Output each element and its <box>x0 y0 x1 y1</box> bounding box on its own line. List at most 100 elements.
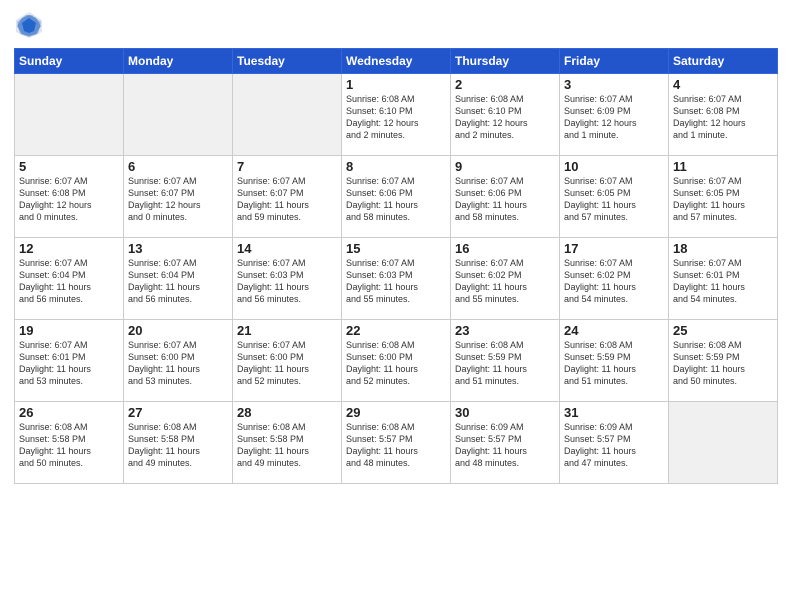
weekday-monday: Monday <box>124 49 233 74</box>
day-cell: 4Sunrise: 6:07 AM Sunset: 6:08 PM Daylig… <box>669 74 778 156</box>
day-info: Sunrise: 6:08 AM Sunset: 5:59 PM Dayligh… <box>455 339 555 388</box>
day-info: Sunrise: 6:07 AM Sunset: 6:06 PM Dayligh… <box>346 175 446 224</box>
day-info: Sunrise: 6:08 AM Sunset: 5:58 PM Dayligh… <box>237 421 337 470</box>
logo-icon <box>14 10 44 40</box>
day-cell: 24Sunrise: 6:08 AM Sunset: 5:59 PM Dayli… <box>560 320 669 402</box>
day-number: 28 <box>237 405 337 420</box>
day-info: Sunrise: 6:07 AM Sunset: 6:07 PM Dayligh… <box>237 175 337 224</box>
day-number: 31 <box>564 405 664 420</box>
day-info: Sunrise: 6:08 AM Sunset: 5:57 PM Dayligh… <box>346 421 446 470</box>
day-info: Sunrise: 6:07 AM Sunset: 6:04 PM Dayligh… <box>128 257 228 306</box>
day-cell <box>124 74 233 156</box>
logo <box>14 10 47 40</box>
page: SundayMondayTuesdayWednesdayThursdayFrid… <box>0 0 792 612</box>
day-info: Sunrise: 6:07 AM Sunset: 6:00 PM Dayligh… <box>237 339 337 388</box>
header <box>14 10 778 40</box>
day-info: Sunrise: 6:08 AM Sunset: 6:00 PM Dayligh… <box>346 339 446 388</box>
day-number: 9 <box>455 159 555 174</box>
day-number: 21 <box>237 323 337 338</box>
weekday-friday: Friday <box>560 49 669 74</box>
day-info: Sunrise: 6:07 AM Sunset: 6:02 PM Dayligh… <box>564 257 664 306</box>
day-number: 13 <box>128 241 228 256</box>
day-info: Sunrise: 6:07 AM Sunset: 6:08 PM Dayligh… <box>673 93 773 142</box>
day-cell: 19Sunrise: 6:07 AM Sunset: 6:01 PM Dayli… <box>15 320 124 402</box>
day-cell: 28Sunrise: 6:08 AM Sunset: 5:58 PM Dayli… <box>233 402 342 484</box>
weekday-sunday: Sunday <box>15 49 124 74</box>
day-number: 2 <box>455 77 555 92</box>
day-info: Sunrise: 6:08 AM Sunset: 6:10 PM Dayligh… <box>455 93 555 142</box>
day-cell: 26Sunrise: 6:08 AM Sunset: 5:58 PM Dayli… <box>15 402 124 484</box>
day-cell: 15Sunrise: 6:07 AM Sunset: 6:03 PM Dayli… <box>342 238 451 320</box>
day-cell: 2Sunrise: 6:08 AM Sunset: 6:10 PM Daylig… <box>451 74 560 156</box>
day-info: Sunrise: 6:07 AM Sunset: 6:07 PM Dayligh… <box>128 175 228 224</box>
day-cell: 12Sunrise: 6:07 AM Sunset: 6:04 PM Dayli… <box>15 238 124 320</box>
day-cell: 9Sunrise: 6:07 AM Sunset: 6:06 PM Daylig… <box>451 156 560 238</box>
week-row-0: 1Sunrise: 6:08 AM Sunset: 6:10 PM Daylig… <box>15 74 778 156</box>
day-number: 30 <box>455 405 555 420</box>
day-number: 20 <box>128 323 228 338</box>
day-info: Sunrise: 6:07 AM Sunset: 6:09 PM Dayligh… <box>564 93 664 142</box>
day-info: Sunrise: 6:08 AM Sunset: 5:58 PM Dayligh… <box>128 421 228 470</box>
day-info: Sunrise: 6:07 AM Sunset: 6:08 PM Dayligh… <box>19 175 119 224</box>
day-number: 14 <box>237 241 337 256</box>
day-number: 7 <box>237 159 337 174</box>
day-info: Sunrise: 6:07 AM Sunset: 6:04 PM Dayligh… <box>19 257 119 306</box>
day-cell <box>233 74 342 156</box>
day-info: Sunrise: 6:07 AM Sunset: 6:03 PM Dayligh… <box>237 257 337 306</box>
day-cell: 7Sunrise: 6:07 AM Sunset: 6:07 PM Daylig… <box>233 156 342 238</box>
day-number: 22 <box>346 323 446 338</box>
day-cell: 13Sunrise: 6:07 AM Sunset: 6:04 PM Dayli… <box>124 238 233 320</box>
day-number: 23 <box>455 323 555 338</box>
day-number: 10 <box>564 159 664 174</box>
day-number: 8 <box>346 159 446 174</box>
day-number: 24 <box>564 323 664 338</box>
day-info: Sunrise: 6:09 AM Sunset: 5:57 PM Dayligh… <box>564 421 664 470</box>
day-info: Sunrise: 6:07 AM Sunset: 6:03 PM Dayligh… <box>346 257 446 306</box>
day-cell: 27Sunrise: 6:08 AM Sunset: 5:58 PM Dayli… <box>124 402 233 484</box>
day-cell: 1Sunrise: 6:08 AM Sunset: 6:10 PM Daylig… <box>342 74 451 156</box>
day-number: 17 <box>564 241 664 256</box>
weekday-header-row: SundayMondayTuesdayWednesdayThursdayFrid… <box>15 49 778 74</box>
day-number: 15 <box>346 241 446 256</box>
day-info: Sunrise: 6:08 AM Sunset: 6:10 PM Dayligh… <box>346 93 446 142</box>
day-number: 27 <box>128 405 228 420</box>
day-info: Sunrise: 6:07 AM Sunset: 6:00 PM Dayligh… <box>128 339 228 388</box>
day-cell: 20Sunrise: 6:07 AM Sunset: 6:00 PM Dayli… <box>124 320 233 402</box>
day-number: 3 <box>564 77 664 92</box>
day-number: 25 <box>673 323 773 338</box>
week-row-3: 19Sunrise: 6:07 AM Sunset: 6:01 PM Dayli… <box>15 320 778 402</box>
day-info: Sunrise: 6:07 AM Sunset: 6:05 PM Dayligh… <box>564 175 664 224</box>
week-row-4: 26Sunrise: 6:08 AM Sunset: 5:58 PM Dayli… <box>15 402 778 484</box>
day-cell: 16Sunrise: 6:07 AM Sunset: 6:02 PM Dayli… <box>451 238 560 320</box>
day-cell: 29Sunrise: 6:08 AM Sunset: 5:57 PM Dayli… <box>342 402 451 484</box>
day-info: Sunrise: 6:07 AM Sunset: 6:02 PM Dayligh… <box>455 257 555 306</box>
day-cell <box>669 402 778 484</box>
day-cell: 23Sunrise: 6:08 AM Sunset: 5:59 PM Dayli… <box>451 320 560 402</box>
day-number: 12 <box>19 241 119 256</box>
day-info: Sunrise: 6:09 AM Sunset: 5:57 PM Dayligh… <box>455 421 555 470</box>
weekday-wednesday: Wednesday <box>342 49 451 74</box>
day-cell: 17Sunrise: 6:07 AM Sunset: 6:02 PM Dayli… <box>560 238 669 320</box>
week-row-2: 12Sunrise: 6:07 AM Sunset: 6:04 PM Dayli… <box>15 238 778 320</box>
day-cell: 3Sunrise: 6:07 AM Sunset: 6:09 PM Daylig… <box>560 74 669 156</box>
day-info: Sunrise: 6:07 AM Sunset: 6:06 PM Dayligh… <box>455 175 555 224</box>
day-cell: 8Sunrise: 6:07 AM Sunset: 6:06 PM Daylig… <box>342 156 451 238</box>
day-cell <box>15 74 124 156</box>
day-cell: 14Sunrise: 6:07 AM Sunset: 6:03 PM Dayli… <box>233 238 342 320</box>
day-number: 18 <box>673 241 773 256</box>
day-info: Sunrise: 6:08 AM Sunset: 5:59 PM Dayligh… <box>673 339 773 388</box>
weekday-tuesday: Tuesday <box>233 49 342 74</box>
day-cell: 25Sunrise: 6:08 AM Sunset: 5:59 PM Dayli… <box>669 320 778 402</box>
day-number: 29 <box>346 405 446 420</box>
day-info: Sunrise: 6:07 AM Sunset: 6:01 PM Dayligh… <box>19 339 119 388</box>
day-cell: 11Sunrise: 6:07 AM Sunset: 6:05 PM Dayli… <box>669 156 778 238</box>
day-cell: 10Sunrise: 6:07 AM Sunset: 6:05 PM Dayli… <box>560 156 669 238</box>
day-cell: 31Sunrise: 6:09 AM Sunset: 5:57 PM Dayli… <box>560 402 669 484</box>
weekday-saturday: Saturday <box>669 49 778 74</box>
day-number: 16 <box>455 241 555 256</box>
calendar-table: SundayMondayTuesdayWednesdayThursdayFrid… <box>14 48 778 484</box>
day-number: 19 <box>19 323 119 338</box>
day-number: 6 <box>128 159 228 174</box>
day-cell: 22Sunrise: 6:08 AM Sunset: 6:00 PM Dayli… <box>342 320 451 402</box>
day-number: 5 <box>19 159 119 174</box>
